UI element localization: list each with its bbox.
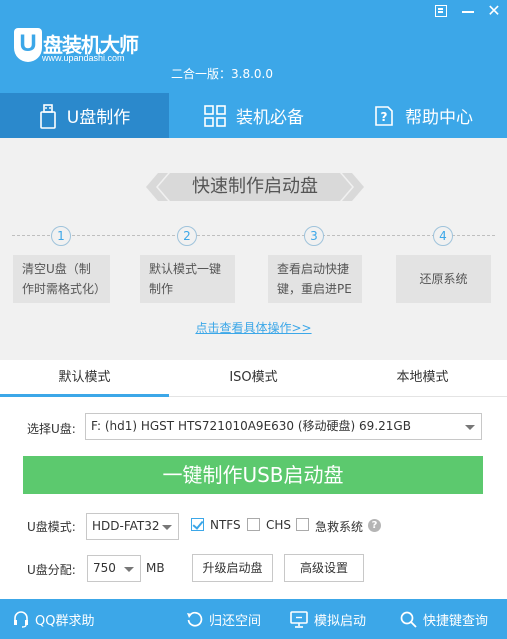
tab-help-center-label: 帮助中心	[405, 108, 473, 128]
tab-essentials-label: 装机必备	[236, 108, 304, 128]
chevron-down-icon	[162, 525, 172, 530]
logo-badge: U	[14, 28, 42, 62]
version-label: 二合一版：3.8.0.0	[171, 67, 273, 81]
chs-label: CHS	[266, 518, 292, 532]
minimize-icon[interactable]	[459, 3, 477, 19]
restore-space-label: 归还空间	[209, 613, 262, 629]
step-number: 2	[177, 226, 197, 246]
banner-title: 快速制作启动盘	[192, 176, 318, 197]
step-number: 4	[433, 226, 453, 246]
headset-icon	[14, 611, 28, 628]
chs-checkbox[interactable]	[247, 518, 260, 531]
usb-mode-label: U盘模式:	[27, 520, 76, 534]
disk-select[interactable]: F: (hd1) HGST HTS721010A9E630 (移动硬盘) 69.…	[85, 413, 482, 440]
help-document-icon: ?	[375, 105, 393, 126]
simulate-boot-link[interactable]: 模拟启动	[290, 599, 366, 639]
make-usb-boot-button[interactable]: 一键制作USB启动盘	[23, 456, 483, 494]
menu-icon[interactable]	[432, 3, 450, 19]
detail-steps-link[interactable]: 点击查看具体操作>>	[0, 319, 507, 336]
usb-drive-icon	[39, 103, 56, 129]
rescue-system-checkbox[interactable]	[296, 518, 309, 531]
shortcut-key-query-link[interactable]: 快捷键查询	[400, 599, 488, 639]
footer-bar: QQ群求助 归还空间 模拟启动 快捷键查询	[0, 599, 507, 639]
usb-mode-value: HDD-FAT32	[92, 519, 160, 533]
advanced-settings-button[interactable]: 高级设置	[284, 554, 364, 582]
mode-tabs: 默认模式 ISO模式 本地模式	[0, 360, 507, 397]
tab-local-mode[interactable]: 本地模式	[338, 360, 507, 397]
banner-title-wrap: 快速制作启动盘	[146, 171, 364, 203]
steps-divider	[12, 235, 495, 236]
tab-iso-mode[interactable]: ISO模式	[169, 360, 338, 397]
main-nav: U盘制作 装机必备 ? 帮助中心	[0, 93, 507, 138]
shortcut-key-query-label: 快捷键查询	[423, 613, 489, 629]
partition-label: U盘分配:	[27, 563, 76, 577]
usb-mode-select[interactable]: HDD-FAT32	[86, 513, 179, 540]
close-icon[interactable]: ✕	[485, 3, 503, 19]
chevron-down-icon	[124, 567, 134, 572]
disk-select-label: 选择U盘:	[27, 422, 76, 436]
partition-size-select[interactable]: 750	[87, 555, 141, 582]
ntfs-label: NTFS	[210, 518, 241, 532]
monitor-icon	[290, 610, 308, 628]
app-logo: U 盘装机大师 www.upandashi.com	[14, 28, 142, 68]
step-card: 清空U盘（制作时需格式化）	[13, 255, 110, 303]
tab-essentials[interactable]: 装机必备	[169, 93, 339, 138]
disk-select-value: F: (hd1) HGST HTS721010A9E630 (移动硬盘) 69.…	[91, 419, 411, 433]
app-grid-icon	[204, 104, 226, 127]
rescue-system-label: 急救系统	[315, 520, 364, 534]
title-bar: U 盘装机大师 www.upandashi.com 二合一版：3.8.0.0 ✕	[0, 0, 507, 93]
tab-usb-make[interactable]: U盘制作	[0, 93, 169, 138]
step-card: 默认模式一键制作	[140, 255, 235, 303]
tab-help-center[interactable]: ? 帮助中心	[339, 93, 507, 138]
qq-group-help-link[interactable]: QQ群求助	[13, 599, 94, 639]
step-number: 1	[51, 226, 71, 246]
chevron-down-icon	[465, 425, 475, 430]
guide-panel: 快速制作启动盘 1 2 3 4 清空U盘（制作时需格式化） 默认模式一键制作 查…	[0, 138, 507, 360]
step-card: 还原系统	[396, 255, 491, 303]
partition-unit: MB	[146, 561, 165, 575]
ntfs-checkbox[interactable]	[191, 518, 204, 531]
restore-space-link[interactable]: 归还空间	[186, 599, 261, 639]
partition-size-value: 750	[93, 561, 116, 575]
simulate-boot-label: 模拟启动	[314, 613, 367, 629]
tab-usb-make-label: U盘制作	[66, 108, 131, 128]
step-card: 查看启动快捷键，重启进PE	[268, 255, 362, 303]
logo-url: www.upandashi.com	[42, 53, 125, 63]
svg-text:?: ?	[381, 110, 388, 124]
search-icon	[400, 611, 417, 628]
tab-default-mode[interactable]: 默认模式	[0, 360, 169, 397]
upgrade-boot-disk-button[interactable]: 升级启动盘	[192, 554, 273, 582]
step-number: 3	[304, 226, 324, 246]
qq-group-help-label: QQ群求助	[35, 613, 95, 629]
help-icon[interactable]: ?	[368, 519, 381, 532]
restore-icon	[187, 611, 203, 626]
